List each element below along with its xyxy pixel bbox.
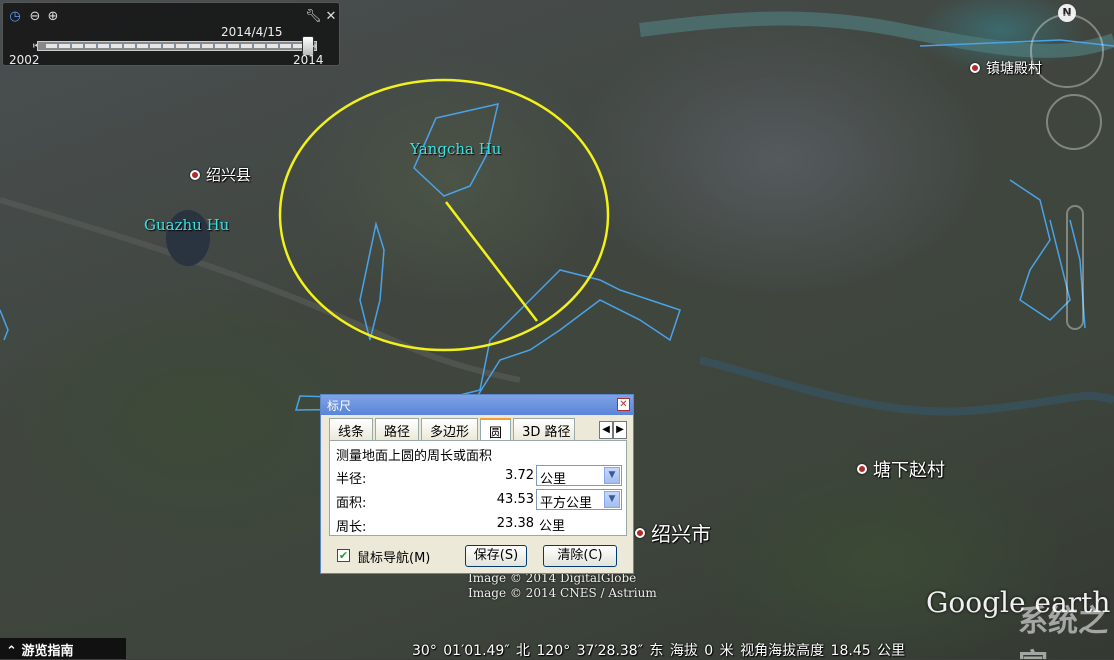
- place-marker-icon: [970, 63, 980, 73]
- radius-unit: 公里: [540, 472, 567, 487]
- time-track[interactable]: [37, 36, 317, 56]
- area-unit: 平方公里: [540, 496, 593, 511]
- perimeter-value: 23.38: [496, 516, 534, 531]
- place-shaoxing-city[interactable]: 绍兴市: [635, 518, 711, 547]
- ruler-dialog: 标尺 ✕ 线条 路径 多边形 圆 3D 路径 ◀ ▶ 测量地面上圆的周长或面积 …: [320, 394, 634, 574]
- dialog-titlebar[interactable]: 标尺 ✕: [321, 395, 633, 415]
- place-label: 绍兴县: [206, 166, 252, 184]
- lake-label-guazhu: Guazhu Hu: [144, 216, 230, 234]
- clock-icon[interactable]: ◷: [7, 9, 23, 25]
- place-marker-icon: [190, 169, 200, 180]
- perimeter-row: 周长: 23.38 公里: [336, 513, 624, 535]
- tour-guide-label: 游览指南: [21, 644, 74, 659]
- dialog-title: 标尺: [327, 399, 352, 413]
- area-row: 面积: 43.53 平方公里 ▼: [336, 489, 624, 511]
- radius-unit-select[interactable]: 公里 ▼: [536, 465, 622, 487]
- expand-up-icon: ⌃: [6, 644, 17, 659]
- ruler-tabs: 线条 路径 多边形 圆 3D 路径: [329, 418, 627, 441]
- tab-scroll-right-icon[interactable]: ▶: [613, 421, 627, 439]
- watermark: 系统之家: [1018, 604, 1108, 659]
- dialog-close-button[interactable]: ✕: [617, 398, 630, 411]
- perimeter-unit-text: 公里: [539, 519, 566, 534]
- tab-polygon[interactable]: 多边形: [421, 418, 479, 440]
- imagery-date: 2014/4/15: [221, 25, 283, 39]
- radius-label: 半径:: [336, 472, 367, 487]
- tab-line[interactable]: 线条: [329, 418, 374, 440]
- perimeter-unit: 公里: [536, 513, 622, 534]
- tab-3d-path[interactable]: 3D 路径: [513, 418, 576, 440]
- place-label: 塘下赵村: [873, 460, 945, 481]
- measure-description: 测量地面上圆的周长或面积: [336, 449, 493, 464]
- area-unit-select[interactable]: 平方公里 ▼: [536, 489, 622, 511]
- dialog-footer: ✔ 鼠标导航(M) 保存(S) 清除(C): [321, 543, 633, 571]
- mouse-nav-checkbox[interactable]: ✔: [337, 549, 350, 562]
- place-marker-icon: [857, 464, 867, 474]
- measure-radius-line: [445, 201, 538, 322]
- area-label: 面积:: [336, 496, 367, 511]
- mouse-nav-label[interactable]: 鼠标导航(M): [357, 547, 430, 566]
- place-tangxiazhao[interactable]: 塘下赵村: [857, 456, 945, 482]
- tab-path[interactable]: 路径: [375, 418, 420, 440]
- time-track-fill: [46, 44, 304, 48]
- zoom-out-icon[interactable]: ⊖: [27, 9, 43, 25]
- chevron-down-icon[interactable]: ▼: [604, 491, 620, 508]
- step-forward-icon[interactable]: ⏭︎: [307, 41, 316, 52]
- historical-imagery-slider: ◷ ⊖ ⊕ 🔧︎ ✕ 2014/4/15 ⏮︎ ⏭︎ 2002 2014: [2, 2, 340, 67]
- perimeter-label: 周长:: [336, 520, 367, 535]
- imagery-credit: Image © 2014 CNES / Astrium: [468, 586, 657, 600]
- status-bar-coordinates: 30° 01′01.49″ 北 120° 37′28.38″ 东 海拔 0 米 …: [412, 643, 906, 659]
- place-shaoxing-county[interactable]: 绍兴县: [190, 164, 251, 185]
- tab-circle[interactable]: 圆: [480, 418, 512, 441]
- wrench-icon[interactable]: 🔧︎: [305, 9, 322, 25]
- place-marker-icon: [635, 527, 645, 538]
- save-button[interactable]: 保存(S): [465, 545, 527, 567]
- end-year: 2014: [293, 53, 324, 67]
- tour-guide-button[interactable]: ⌃ 游览指南: [0, 638, 126, 659]
- look-joystick[interactable]: [1030, 14, 1104, 88]
- lake-label-yangcha: Yangcha Hu: [410, 140, 502, 158]
- start-year: 2002: [9, 53, 40, 67]
- clear-button[interactable]: 清除(C): [543, 545, 617, 567]
- chevron-down-icon[interactable]: ▼: [604, 467, 620, 484]
- ruler-panel: 测量地面上圆的周长或面积 半径: 3.72 公里 ▼ 面积: 43.53 平方公…: [329, 440, 627, 536]
- move-joystick[interactable]: [1046, 94, 1102, 150]
- place-label: 绍兴市: [651, 522, 711, 546]
- radius-value: 3.72: [505, 468, 534, 483]
- radius-row: 半径: 3.72 公里 ▼: [336, 465, 624, 487]
- zoom-in-icon[interactable]: ⊕: [45, 9, 61, 25]
- zoom-slider[interactable]: [1066, 205, 1084, 330]
- tab-scroll-left-icon[interactable]: ◀: [599, 421, 613, 439]
- close-icon[interactable]: ✕: [323, 9, 339, 25]
- area-value: 43.53: [496, 492, 534, 507]
